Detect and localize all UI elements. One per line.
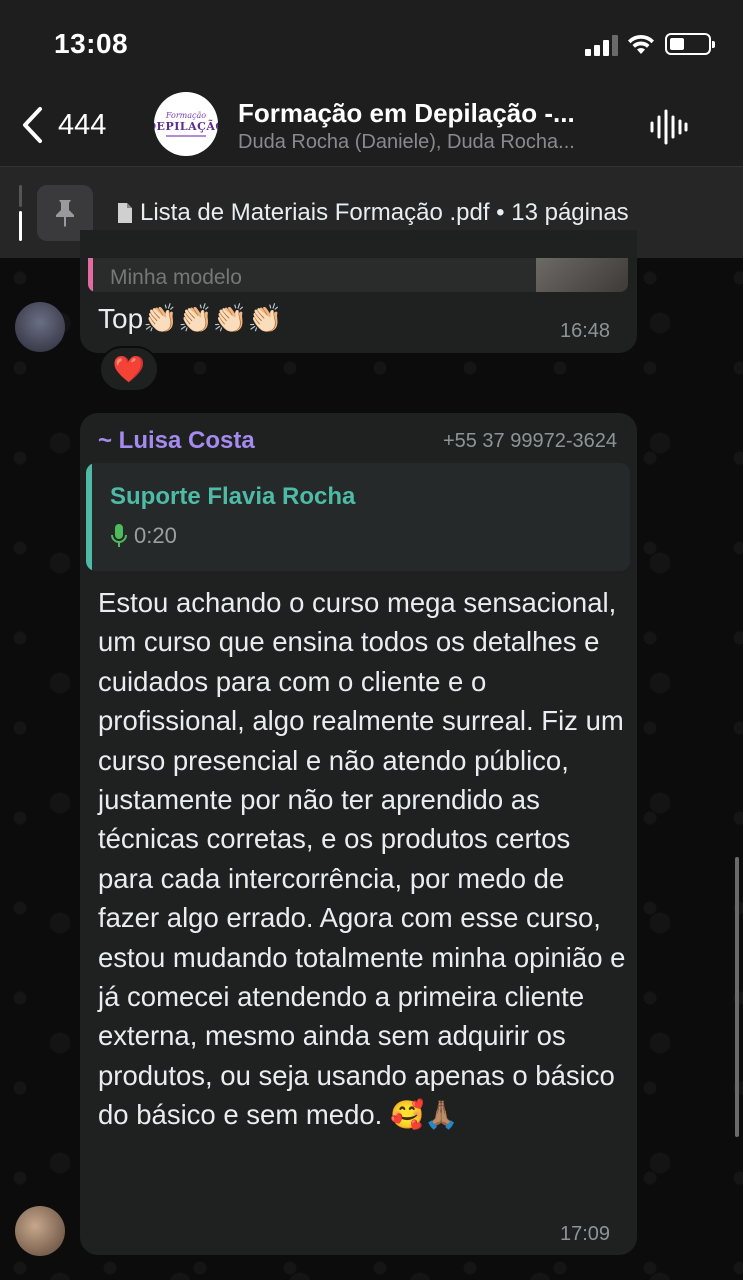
status-bar: 13:08 bbox=[0, 0, 743, 88]
pinned-indicator bbox=[19, 185, 22, 241]
quote-accent-bar bbox=[88, 258, 93, 292]
quoted-message[interactable]: Minha modelo bbox=[88, 258, 628, 292]
cellular-signal-icon bbox=[585, 34, 621, 56]
message-bubble[interactable]: Minha modelo Top👏🏻👏🏻👏🏻👏🏻 16:48 bbox=[80, 230, 637, 353]
message-text: Top👏🏻👏🏻👏🏻👏🏻 bbox=[98, 303, 283, 334]
scrollbar[interactable] bbox=[735, 857, 739, 1137]
quoted-sender: Suporte Flavia Rocha bbox=[110, 483, 356, 510]
message-reaction[interactable]: ❤️ bbox=[99, 346, 159, 392]
back-button[interactable]: 444 bbox=[20, 106, 106, 144]
unread-count: 444 bbox=[58, 108, 107, 141]
quoted-text: Minha modelo bbox=[110, 266, 242, 289]
heart-reaction-icon: ❤️ bbox=[112, 353, 146, 384]
status-time: 13:08 bbox=[54, 28, 129, 59]
logo-divider bbox=[166, 135, 206, 137]
quote-accent-bar bbox=[86, 463, 92, 571]
quoted-audio: 0:20 bbox=[110, 523, 177, 549]
wifi-icon bbox=[628, 34, 654, 54]
sender-phone: +55 37 99972-3624 bbox=[442, 430, 617, 452]
sender-avatar[interactable] bbox=[15, 302, 65, 352]
quoted-message[interactable]: Suporte Flavia Rocha 0:20 bbox=[86, 463, 630, 571]
quoted-image-thumbnail bbox=[536, 258, 628, 292]
pinned-label: Lista de Materiais Formação .pdf • 13 pá… bbox=[140, 199, 629, 226]
message-bubble[interactable]: ~ Luisa Costa +55 37 99972-3624 Suporte … bbox=[80, 413, 637, 1255]
message-text: Estou achando o curso mega sensacional, … bbox=[98, 587, 626, 1131]
document-icon bbox=[118, 203, 132, 223]
microphone-icon bbox=[111, 524, 127, 547]
voice-chat-icon[interactable] bbox=[648, 108, 688, 146]
group-logo-top: Formação bbox=[165, 111, 207, 120]
group-title[interactable]: Formação em Depilação -... bbox=[238, 98, 575, 129]
group-avatar[interactable]: Formação DEPILAÇÃO bbox=[154, 92, 218, 156]
group-logo-main: DEPILAÇÃO bbox=[154, 120, 218, 133]
audio-duration: 0:20 bbox=[134, 523, 177, 548]
message-time: 17:09 bbox=[560, 1223, 611, 1245]
sender-avatar[interactable] bbox=[15, 1206, 65, 1256]
battery-icon bbox=[665, 33, 715, 55]
chat-header: 444 Formação DEPILAÇÃO Formação em Depil… bbox=[0, 88, 743, 166]
pinned-content[interactable]: Lista de Materiais Formação .pdf • 13 pá… bbox=[116, 199, 629, 227]
message-time: 16:48 bbox=[560, 320, 611, 342]
sender-name[interactable]: ~ Luisa Costa bbox=[98, 427, 255, 455]
group-members[interactable]: Duda Rocha (Daniele), Duda Rocha... bbox=[238, 131, 575, 154]
chevron-left-icon bbox=[23, 107, 42, 143]
